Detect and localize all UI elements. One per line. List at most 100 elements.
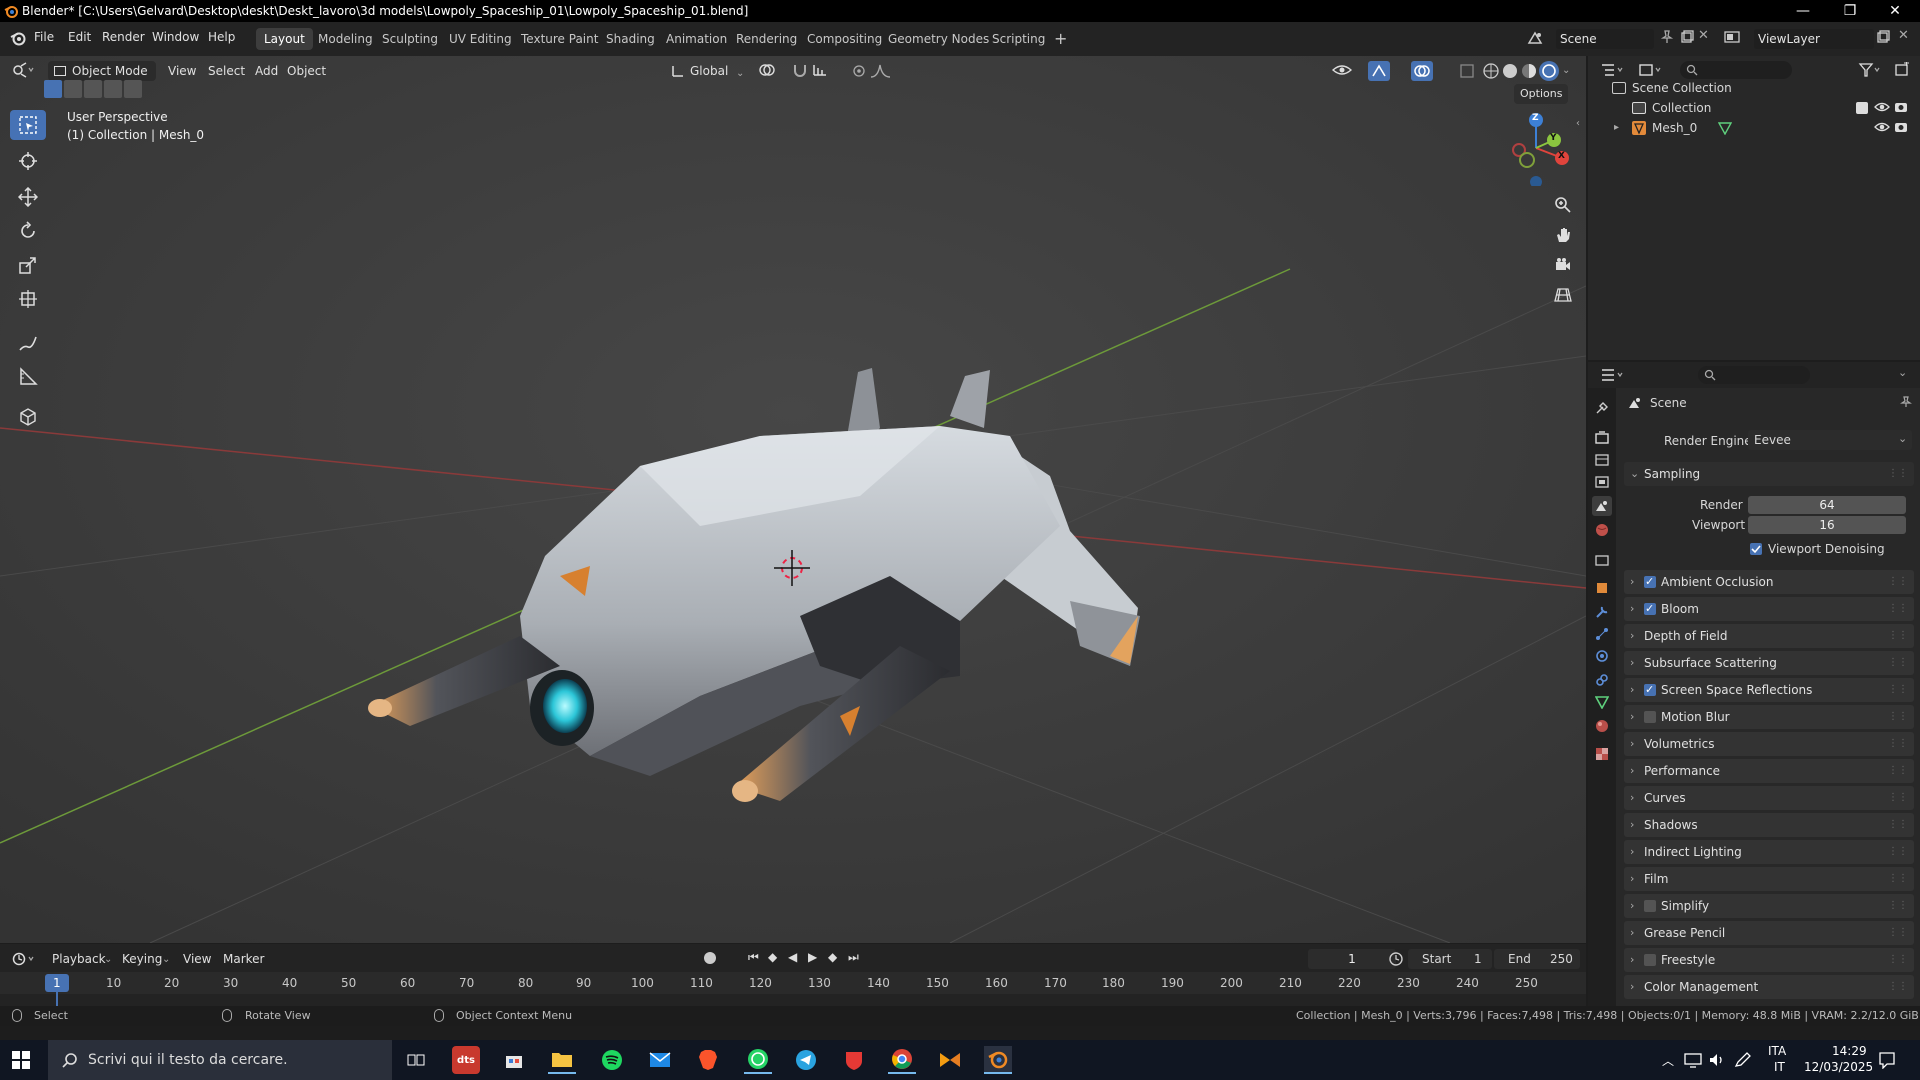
taskbar-search[interactable]: Scrivi qui il testo da cercare. (48, 1040, 392, 1080)
bloom-checkbox[interactable] (1644, 597, 1656, 621)
tab-layout[interactable]: Layout (256, 28, 313, 50)
grease-pencil-grip-icon[interactable]: ⋮⋮ (1888, 921, 1908, 945)
ambient-occlusion-checkbox[interactable] (1644, 570, 1656, 594)
outliner-item-mesh[interactable]: ▸ Mesh_0 (1588, 118, 1920, 138)
performance-grip-icon[interactable]: ⋮⋮ (1888, 759, 1908, 783)
tab-shading[interactable]: Shading (598, 28, 663, 50)
panel-simplify[interactable]: › Simplify ⋮⋮ (1624, 894, 1914, 918)
mail-app-icon[interactable] (646, 1046, 674, 1074)
playback-menu[interactable]: Playback (52, 949, 106, 969)
depth-of-field-grip-icon[interactable]: ⋮⋮ (1888, 624, 1908, 648)
subsurface-scattering-grip-icon[interactable]: ⋮⋮ (1888, 651, 1908, 675)
add-menu[interactable]: Add (255, 61, 278, 81)
panel-motion-blur[interactable]: › Motion Blur ⋮⋮ (1624, 705, 1914, 729)
outliner-search-input[interactable] (1680, 61, 1792, 79)
timeline-editor-type-icon[interactable] (12, 951, 36, 967)
xray-icon[interactable] (1459, 63, 1475, 79)
editor-type-icon[interactable] (12, 62, 34, 78)
next-keyframe-icon[interactable]: ◆ (828, 950, 837, 964)
play-icon[interactable]: ▶ (808, 950, 817, 964)
constraints-tab-icon[interactable] (1592, 670, 1612, 690)
tab-geometry-nodes[interactable]: Geometry Nodes (880, 28, 997, 50)
properties-editor-type-icon[interactable] (1600, 367, 1624, 383)
end-frame-field[interactable]: End 250 (1494, 949, 1580, 969)
jump-end-icon[interactable]: ⏭ (848, 950, 859, 965)
material-shading-icon[interactable] (1520, 62, 1538, 80)
sampling-grip-icon[interactable]: ⋮⋮ (1888, 462, 1908, 486)
notifications-icon[interactable] (1878, 1051, 1896, 1069)
3d-viewport[interactable]: Object Mode View Select Add Object Globa… (0, 56, 1586, 943)
view-menu[interactable]: View (168, 61, 196, 81)
outliner-scene-collection[interactable]: Scene Collection (1588, 78, 1920, 98)
viewport-denoising-checkbox[interactable] (1750, 543, 1762, 555)
file-explorer-app-icon[interactable] (548, 1046, 576, 1074)
indirect-lighting-grip-icon[interactable]: ⋮⋮ (1888, 840, 1908, 864)
properties-options-icon[interactable]: ⌄ (1898, 366, 1907, 379)
select-extend-icon[interactable] (64, 80, 82, 98)
data-tab-icon[interactable] (1592, 692, 1612, 712)
panel-shadows[interactable]: › Shadows ⋮⋮ (1624, 813, 1914, 837)
snap-icon[interactable] (792, 62, 808, 78)
current-frame-field[interactable]: 1 (1308, 949, 1396, 969)
volumetrics-grip-icon[interactable]: ⋮⋮ (1888, 732, 1908, 756)
simplify-grip-icon[interactable]: ⋮⋮ (1888, 894, 1908, 918)
tab-texture-paint[interactable]: Texture Paint (513, 28, 606, 50)
overlays-toggle-icon[interactable] (1411, 61, 1433, 81)
rotate-tool[interactable] (10, 216, 46, 246)
add-workspace-button[interactable]: + (1046, 28, 1075, 50)
sampling-panel-header[interactable]: ⌄ Sampling ⋮⋮ (1624, 462, 1914, 486)
dts-app-icon[interactable]: dts (452, 1046, 480, 1074)
tab-scripting[interactable]: Scripting (984, 28, 1053, 50)
telegram-app-icon[interactable] (792, 1046, 820, 1074)
whatsapp-app-icon[interactable] (744, 1046, 772, 1074)
language-top[interactable]: ITA (1768, 1044, 1786, 1058)
modifier-tab-icon[interactable] (1592, 602, 1612, 622)
windows-start-icon[interactable] (12, 1051, 30, 1069)
pan-hand-icon[interactable] (1550, 222, 1576, 248)
panel-performance[interactable]: › Performance ⋮⋮ (1624, 759, 1914, 783)
select-invert-icon[interactable] (104, 80, 122, 98)
rendered-shading-icon[interactable] (1539, 61, 1559, 81)
panel-curves[interactable]: › Curves ⋮⋮ (1624, 786, 1914, 810)
navigation-gizmo[interactable]: Z Y X (1496, 110, 1572, 186)
blender-app-icon[interactable] (984, 1046, 1012, 1074)
annotate-tool[interactable] (10, 328, 46, 358)
filter-icon[interactable] (1858, 62, 1882, 78)
network-icon[interactable] (1684, 1052, 1702, 1068)
viewport-canvas[interactable] (0, 56, 1586, 943)
delete-scene-icon[interactable]: ✕ (1698, 28, 1709, 43)
clock-time[interactable]: 14:29 (1832, 1044, 1867, 1058)
display-mode-icon[interactable] (1638, 62, 1662, 78)
bloom-grip-icon[interactable]: ⋮⋮ (1888, 597, 1908, 621)
wireframe-shading-icon[interactable] (1482, 62, 1500, 80)
simplify-checkbox[interactable] (1644, 900, 1656, 912)
sidebar-toggle-icon[interactable]: ‹ (1576, 118, 1580, 129)
start-frame-field[interactable]: Start 1 (1408, 949, 1492, 969)
blender-menu-icon[interactable] (10, 30, 26, 46)
tab-rendering[interactable]: Rendering (728, 28, 805, 50)
expand-arrow-icon[interactable]: ▸ (1614, 118, 1619, 138)
texture-tab-icon[interactable] (1592, 744, 1612, 764)
viewlayer-icon[interactable] (1724, 30, 1740, 44)
minimize-button[interactable]: — (1783, 0, 1823, 22)
object-tab-icon[interactable] (1592, 578, 1612, 598)
exclude-checkbox[interactable] (1856, 102, 1868, 114)
select-box-tool[interactable] (10, 110, 46, 140)
physics-tab-icon[interactable] (1592, 646, 1612, 666)
menu-edit[interactable]: Edit (68, 30, 91, 44)
render-camera-icon[interactable] (1894, 100, 1908, 114)
panel-film[interactable]: › Film ⋮⋮ (1624, 867, 1914, 891)
tab-animation[interactable]: Animation (658, 28, 735, 50)
auto-keying-icon[interactable] (704, 952, 716, 964)
menu-window[interactable]: Window (152, 30, 199, 44)
ambient-occlusion-grip-icon[interactable]: ⋮⋮ (1888, 570, 1908, 594)
language-bottom[interactable]: IT (1774, 1060, 1785, 1074)
tab-compositing[interactable]: Compositing (799, 28, 890, 50)
tab-modeling[interactable]: Modeling (310, 28, 381, 50)
panel-volumetrics[interactable]: › Volumetrics ⋮⋮ (1624, 732, 1914, 756)
delete-viewlayer-icon[interactable]: ✕ (1898, 28, 1909, 43)
cursor-tool[interactable] (10, 146, 46, 176)
screen-space-reflections-grip-icon[interactable]: ⋮⋮ (1888, 678, 1908, 702)
panel-ambient-occlusion[interactable]: › Ambient Occlusion ⋮⋮ (1624, 570, 1914, 594)
new-viewlayer-icon[interactable] (1876, 30, 1890, 44)
